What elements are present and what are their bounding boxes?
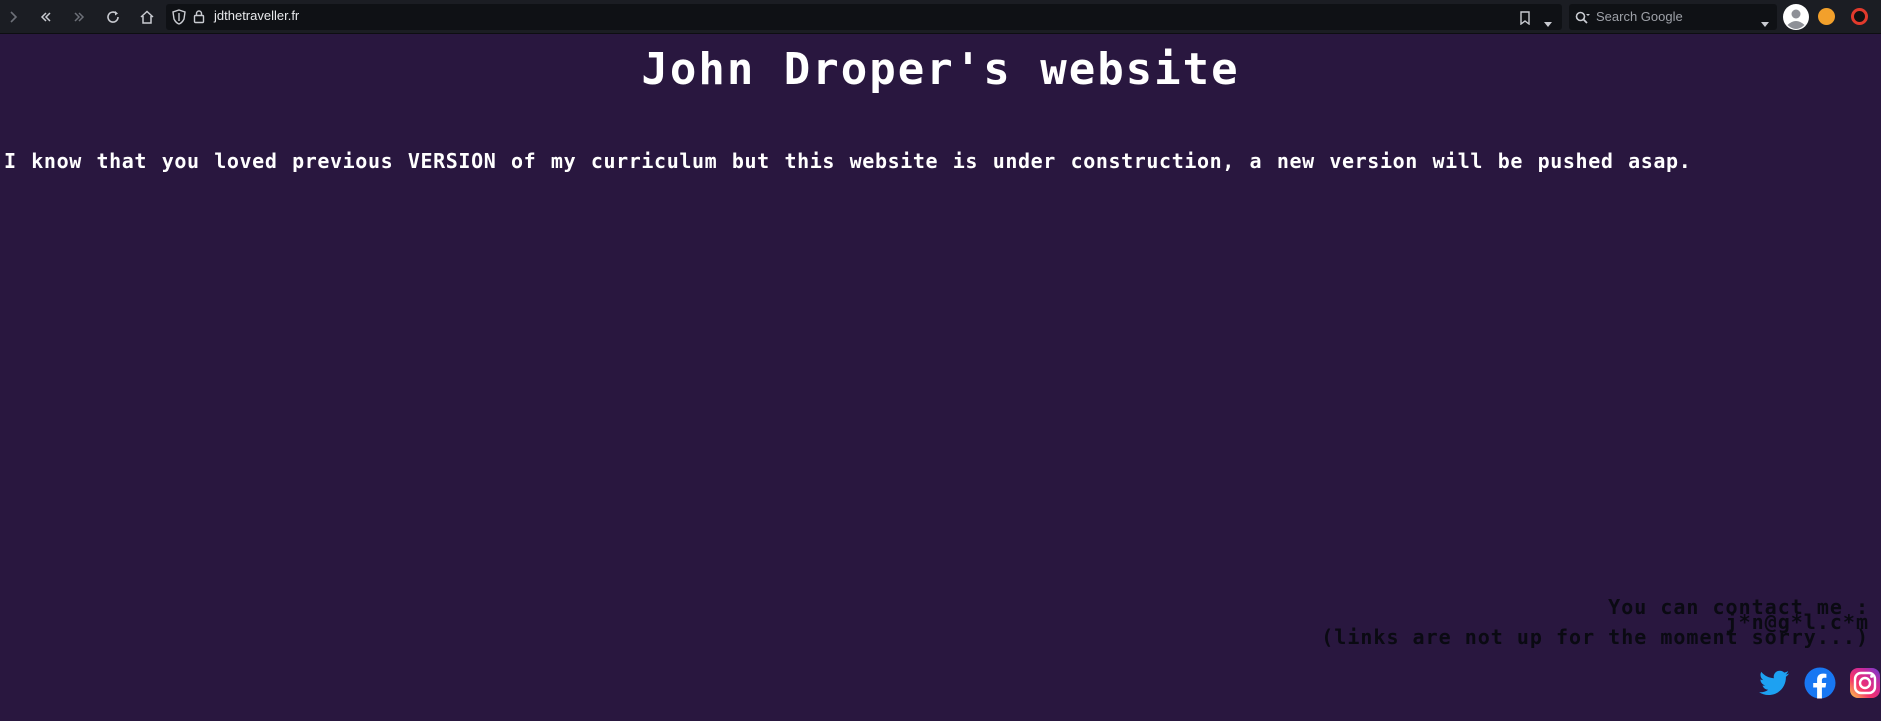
bookmark-icon[interactable]: [1519, 10, 1531, 29]
contact-note: (links are not up for the moment sorry..…: [1321, 625, 1869, 649]
browser-toolbar: jdthetraveller.fr Search Google: [0, 0, 1881, 34]
search-engine-dropdown-icon[interactable]: [1760, 13, 1770, 32]
reload-icon[interactable]: [101, 5, 125, 29]
back-history-icon[interactable]: [34, 5, 58, 29]
instagram-icon[interactable]: [1849, 667, 1881, 699]
dropdown-icon[interactable]: [1543, 13, 1553, 32]
search-bar[interactable]: Search Google: [1569, 4, 1777, 30]
extension-icon[interactable]: [1818, 8, 1835, 25]
twitter-icon[interactable]: [1758, 667, 1790, 699]
url-text[interactable]: jdthetraveller.fr: [214, 8, 299, 23]
contact-block: You can contact me : j*n@g*l.c*m (links …: [1321, 597, 1869, 649]
facebook-icon[interactable]: [1804, 667, 1836, 699]
lock-icon[interactable]: [193, 9, 205, 28]
search-input[interactable]: Search Google: [1596, 9, 1683, 24]
profile-icon[interactable]: [1783, 4, 1809, 30]
forward-history-icon[interactable]: [67, 5, 91, 29]
intro-text: I know that you loved previous VERSION o…: [4, 149, 1692, 173]
forward-icon[interactable]: [1, 5, 25, 29]
shield-icon[interactable]: [172, 9, 186, 29]
search-icon[interactable]: [1575, 10, 1591, 29]
address-bar[interactable]: jdthetraveller.fr: [166, 4, 1562, 30]
home-icon[interactable]: [135, 5, 159, 29]
page-title: John Droper's website: [641, 44, 1240, 95]
extension-icon[interactable]: [1851, 8, 1868, 25]
